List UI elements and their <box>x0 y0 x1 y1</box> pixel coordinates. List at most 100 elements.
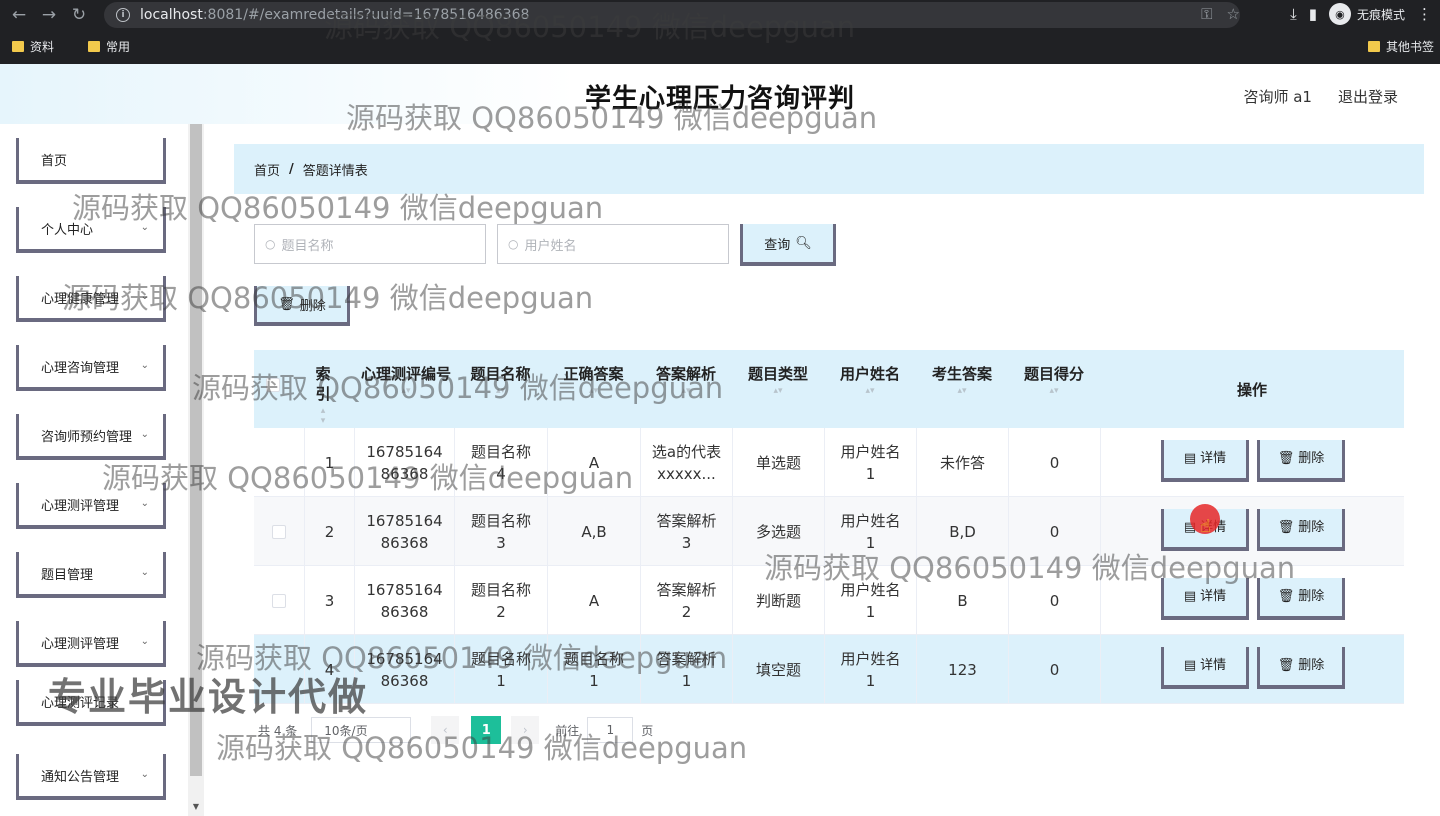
table-header: 索引 ▴ ▾ 心理测评编号 ▴▾ 题目名称 ▴▾ 正确答案 ▴▾ 答案解析 ▴▾ 题目类型 ▴… <box>254 350 1404 428</box>
col-header-answer[interactable]: 考生答案 ▴▾ <box>916 364 1008 396</box>
cell-question: 题目名称2 <box>454 566 547 635</box>
cell-actions: ▤详情 🗑︎删除 <box>1100 497 1404 566</box>
document-icon: ▤ <box>1183 589 1197 604</box>
sort-icon[interactable]: ▴▾ <box>732 386 824 396</box>
bookmark-changyong[interactable]: 常用 <box>88 38 130 55</box>
sort-icon[interactable]: ▴▾ <box>312 406 334 426</box>
chevron-down-icon: ⌄ <box>140 567 149 578</box>
cell-correct: A,B <box>547 497 640 566</box>
chevron-down-icon: ⌄ <box>140 498 149 509</box>
sidepanel-icon[interactable]: ▮ <box>1309 5 1317 23</box>
table-row: 4 1678516486368 题目名称1 题目名称1 答案解析1 填空题 用户… <box>254 635 1404 704</box>
trash-icon: 🗑︎ <box>278 296 295 312</box>
bookmark-other[interactable]: 其他书签 <box>1367 38 1434 55</box>
sidebar-item-consult[interactable]: 心理咨询管理 ⌄ <box>16 345 166 391</box>
delete-button[interactable]: 🗑︎ 删除 <box>1257 578 1345 620</box>
sort-icon[interactable]: ▴▾ <box>916 386 1008 396</box>
sidebar-item-health[interactable]: 心理健康管理 ⌄ <box>16 276 166 322</box>
breadcrumb-home[interactable]: 首页 <box>254 160 280 179</box>
address-bar[interactable]: i localhost:8081/#/examredetails?uuid=16… <box>104 2 1240 28</box>
col-header-user[interactable]: 用户姓名 ▴▾ <box>824 364 916 396</box>
detail-button[interactable]: ▤详情 <box>1161 578 1249 620</box>
col-header-type[interactable]: 题目类型 ▴▾ <box>732 364 824 396</box>
sort-icon[interactable]: ▴▾ <box>547 386 640 396</box>
trash-icon: 🗑︎ <box>1277 589 1295 604</box>
select-all-checkbox[interactable] <box>266 378 280 392</box>
sidebar-item-appointment[interactable]: 咨询师预约管理 ⌄ <box>16 414 166 460</box>
cell-answer: 未作答 <box>916 428 1008 497</box>
browser-chrome: ← → ↻ i localhost:8081/#/examredetails?u… <box>0 0 1440 64</box>
scroll-down-icon[interactable]: ▼ <box>190 802 202 814</box>
sort-icon[interactable]: ▴▾ <box>454 386 547 396</box>
sidebar-item-evaluation-2[interactable]: 心理测评管理 ⌄ <box>16 621 166 667</box>
folder-icon <box>1367 40 1380 52</box>
sort-icon[interactable]: ▴▾ <box>824 386 916 396</box>
row-checkbox[interactable] <box>254 497 304 566</box>
col-header-correct[interactable]: 正确答案 ▴▾ <box>547 364 640 396</box>
cell-analysis: 选a的代表xxxxx... <box>640 428 732 497</box>
prev-page-icon[interactable]: ‹ <box>431 716 460 744</box>
next-page-icon[interactable]: › <box>511 716 540 744</box>
page-title: 学生心理压力咨询评判 <box>584 84 855 114</box>
back-icon[interactable]: ← <box>4 0 34 30</box>
key-icon[interactable]: ⚿ <box>1201 5 1212 23</box>
table-row: 3 1678516486368 题目名称2 A 答案解析2 判断题 用户姓名1 … <box>254 566 1404 635</box>
url-path: :8081/#/examredetails?uuid=1678516486368 <box>202 7 530 23</box>
search-icon: 🔍︎ <box>795 235 812 251</box>
delete-button[interactable]: 🗑︎ 删除 <box>1257 647 1345 689</box>
chevron-down-icon: ⌄ <box>140 360 149 371</box>
query-button[interactable]: 查询 🔍︎ <box>740 224 836 266</box>
sidebar-item-home[interactable]: 首页 <box>16 138 166 184</box>
download-icon[interactable]: ⤓ <box>1290 5 1297 23</box>
cell-actions: ▤详情 🗑︎删除 <box>1100 635 1404 704</box>
forward-icon[interactable]: → <box>34 0 64 30</box>
delete-button[interactable]: 🗑︎ 删除 <box>1257 509 1345 551</box>
row-checkbox[interactable] <box>254 566 304 635</box>
sidebar-item-evaluation[interactable]: 心理测评管理 ⌄ <box>16 483 166 529</box>
sort-icon[interactable]: ▴▾ <box>358 386 454 396</box>
cell-score: 0 <box>1008 566 1100 635</box>
star-icon[interactable]: ☆ <box>1227 5 1240 23</box>
detail-button[interactable]: ▤详情 <box>1161 647 1249 689</box>
chevron-down-icon: ⌄ <box>140 769 149 780</box>
col-header-question[interactable]: 题目名称 ▴▾ <box>454 364 547 396</box>
cell-answer: 123 <box>916 635 1008 704</box>
row-checkbox[interactable] <box>254 428 304 497</box>
col-header-code[interactable]: 心理测评编号 ▴▾ <box>358 364 454 396</box>
cell-score: 0 <box>1008 635 1100 704</box>
site-info-icon[interactable]: i <box>116 8 130 22</box>
cell-actions: ▤详情 🗑︎删除 <box>1100 566 1404 635</box>
user-name-input[interactable]: ○ 用户姓名 <box>497 224 729 264</box>
col-header-index[interactable]: 索引 ▴ ▾ <box>312 364 334 426</box>
col-header-actions: 操作 <box>1236 381 1267 399</box>
cell-type: 填空题 <box>732 635 824 704</box>
sort-icon[interactable]: ▴▾ <box>640 386 732 396</box>
col-header-score[interactable]: 题目得分 ▴▾ <box>1008 364 1100 396</box>
sidebar-item-notice[interactable]: 通知公告管理 ⌄ <box>16 754 166 800</box>
cell-user: 用户姓名1 <box>824 497 916 566</box>
page-jumper: 前往 1 页 <box>555 717 653 743</box>
bookmark-ziliao[interactable]: 资料 <box>12 38 54 55</box>
logout-link[interactable]: 退出登录 <box>1338 86 1398 107</box>
sort-icon[interactable]: ▴▾ <box>1008 386 1100 396</box>
delete-button[interactable]: 🗑︎ 删除 <box>1257 440 1345 482</box>
reload-icon[interactable]: ↻ <box>64 0 94 30</box>
sidebar-item-questions[interactable]: 题目管理 ⌄ <box>16 552 166 598</box>
menu-icon[interactable]: ⋮ <box>1417 5 1432 23</box>
sidebar-item-personal[interactable]: 个人中心 ⌄ <box>16 207 166 253</box>
folder-icon <box>88 40 101 52</box>
table-row: 1 1678516486368 题目名称4 A 选a的代表xxxxx... 单选… <box>254 428 1404 497</box>
incognito-label: 无痕模式 <box>1356 7 1405 22</box>
cell-user: 用户姓名1 <box>824 635 916 704</box>
cell-code: 1678516486368 <box>354 497 454 566</box>
question-name-input[interactable]: ○ 题目名称 <box>254 224 486 264</box>
col-header-analysis[interactable]: 答案解析 ▴▾ <box>640 364 732 396</box>
detail-button[interactable]: ▤详情 <box>1161 440 1249 482</box>
page-jump-input[interactable]: 1 <box>587 717 634 743</box>
incognito-indicator[interactable]: ◉ 无痕模式 <box>1328 3 1405 25</box>
cell-score: 0 <box>1008 428 1100 497</box>
cell-answer: B,D <box>916 497 1008 566</box>
page-number-current[interactable]: 1 <box>471 716 502 744</box>
cell-index: 3 <box>304 566 354 635</box>
batch-delete-button[interactable]: 🗑︎ 删除 <box>254 286 350 326</box>
